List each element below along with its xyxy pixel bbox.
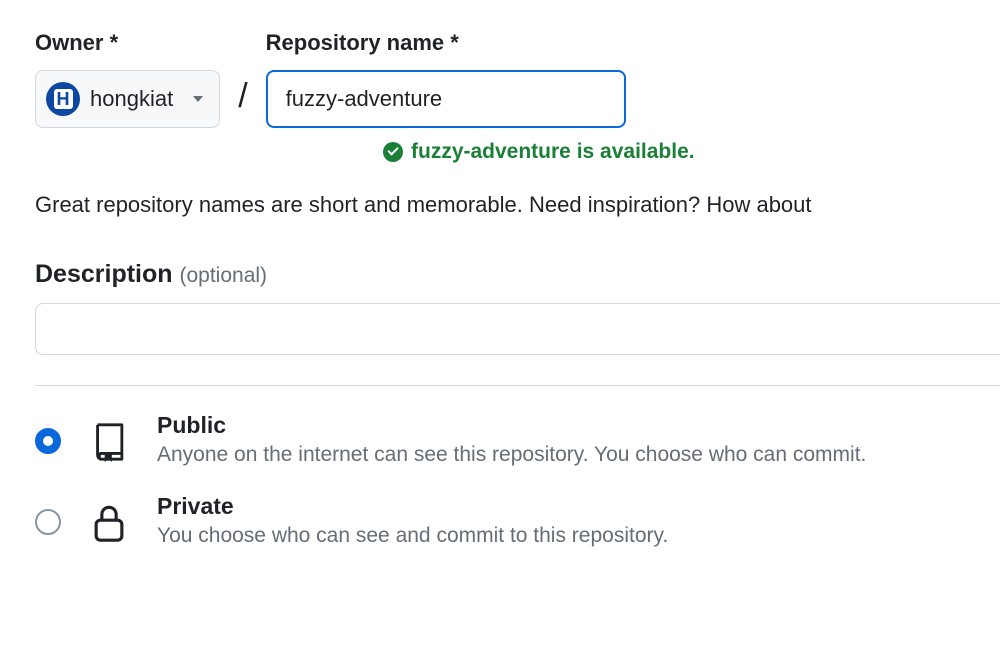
repository-name-input[interactable]	[266, 70, 626, 128]
owner-repo-row: Owner * H hongkiat / Repository name *	[35, 30, 1000, 128]
slash-separator: /	[238, 77, 247, 128]
private-radio[interactable]	[35, 509, 61, 535]
description-input[interactable]	[35, 303, 1000, 355]
description-label: Description (optional)	[35, 260, 1000, 289]
public-title: Public	[157, 412, 1000, 439]
owner-label: Owner *	[35, 30, 220, 56]
visibility-public-option[interactable]: Public Anyone on the internet can see th…	[35, 412, 1000, 467]
owner-field: Owner * H hongkiat	[35, 30, 220, 128]
private-text: Private You choose who can see and commi…	[157, 493, 1000, 548]
visibility-private-option[interactable]: Private You choose who can see and commi…	[35, 493, 1000, 548]
repo-icon	[91, 422, 127, 462]
check-circle-icon	[383, 142, 403, 162]
availability-message: fuzzy-adventure is available.	[383, 140, 1000, 164]
public-radio[interactable]	[35, 428, 61, 454]
public-text: Public Anyone on the internet can see th…	[157, 412, 1000, 467]
repo-name-label: Repository name *	[266, 30, 626, 56]
owner-name: hongkiat	[90, 86, 173, 112]
owner-avatar-icon: H	[46, 82, 80, 116]
availability-text: fuzzy-adventure is available.	[411, 140, 695, 164]
repo-name-field: Repository name *	[266, 30, 626, 128]
naming-hint: Great repository names are short and mem…	[35, 192, 1000, 218]
owner-select[interactable]: H hongkiat	[35, 70, 220, 128]
optional-tag: (optional)	[179, 264, 267, 287]
lock-icon	[91, 503, 127, 543]
public-desc: Anyone on the internet can see this repo…	[157, 443, 1000, 467]
private-title: Private	[157, 493, 1000, 520]
private-desc: You choose who can see and commit to thi…	[157, 524, 1000, 548]
chevron-down-icon	[193, 96, 203, 102]
section-divider	[35, 385, 1000, 386]
